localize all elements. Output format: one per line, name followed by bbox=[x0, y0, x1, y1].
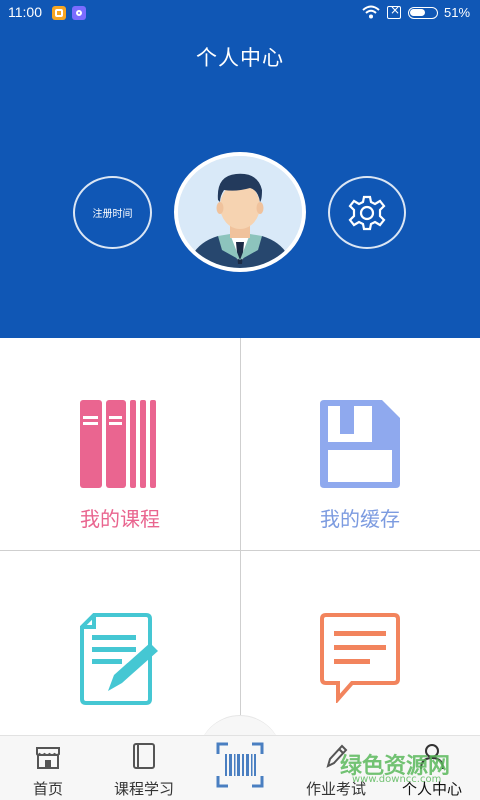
notification-camera-icon bbox=[72, 6, 86, 20]
message-icon bbox=[320, 613, 400, 703]
register-time-label: 注册时间 bbox=[92, 209, 133, 220]
my-cache-tile[interactable]: 我的缓存 bbox=[240, 338, 480, 550]
note-edit-icon bbox=[80, 613, 158, 705]
notification-app-icon bbox=[52, 6, 66, 20]
battery-percent: 51% bbox=[444, 5, 471, 20]
messages-tile[interactable] bbox=[240, 551, 480, 735]
tab-scan[interactable] bbox=[192, 736, 288, 800]
tab-home[interactable]: 首页 bbox=[0, 736, 96, 800]
books-icon bbox=[80, 400, 156, 488]
register-time-button[interactable]: 注册时间 bbox=[73, 176, 152, 249]
save-disk-icon bbox=[320, 400, 400, 488]
my-courses-label: 我的课程 bbox=[80, 507, 160, 531]
status-time: 11:00 bbox=[8, 4, 42, 20]
status-bar: 11:00 51% bbox=[0, 0, 480, 26]
watermark-url: www.downcc.com bbox=[352, 774, 442, 785]
battery-icon bbox=[408, 7, 438, 19]
profile-header: 个人中心 注册时间 bbox=[0, 26, 480, 338]
notes-tile[interactable] bbox=[0, 551, 240, 735]
menu-grid: 我的课程 我的缓存 bbox=[0, 338, 480, 735]
wifi-icon bbox=[362, 5, 380, 19]
avatar[interactable] bbox=[174, 152, 306, 272]
tab-courses-label: 课程学习 bbox=[113, 780, 174, 798]
no-sim-icon bbox=[387, 3, 401, 19]
store-icon bbox=[36, 747, 60, 769]
my-cache-label: 我的缓存 bbox=[320, 507, 400, 531]
book-icon bbox=[133, 743, 155, 769]
gear-icon bbox=[348, 195, 386, 230]
barcode-scan-icon bbox=[216, 742, 264, 788]
page-title: 个人中心 bbox=[196, 46, 284, 70]
settings-button[interactable] bbox=[328, 176, 406, 249]
my-courses-tile[interactable]: 我的课程 bbox=[0, 338, 240, 550]
tab-home-label: 首页 bbox=[32, 780, 63, 798]
tab-courses[interactable]: 课程学习 bbox=[96, 736, 192, 800]
